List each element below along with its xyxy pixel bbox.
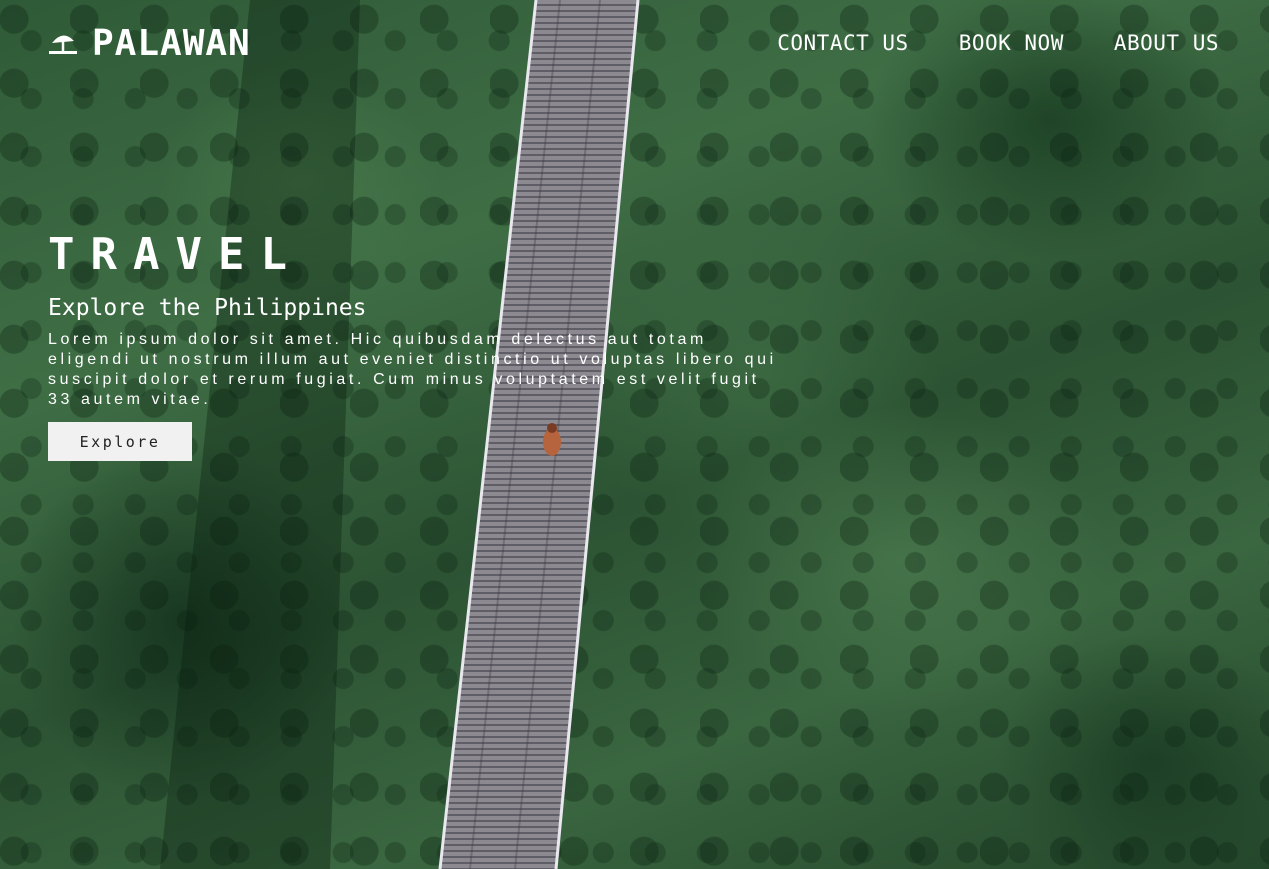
beach-umbrella-icon: [49, 35, 77, 54]
top-navigation-bar: PALAWAN CONTACT US BOOK NOW ABOUT US: [48, 24, 1219, 64]
nav-book-now[interactable]: BOOK NOW: [959, 32, 1064, 54]
brand-logo[interactable]: PALAWAN: [48, 24, 251, 64]
hero-subtitle: Explore the Philippines: [48, 295, 367, 321]
explore-button[interactable]: Explore: [48, 422, 192, 461]
main-nav: CONTACT US BOOK NOW ABOUT US: [777, 32, 1219, 54]
hero-description: Lorem ipsum dolor sit amet. Hic quibusda…: [48, 331, 777, 408]
nav-contact-us[interactable]: CONTACT US: [777, 32, 908, 54]
nav-about-us[interactable]: ABOUT US: [1114, 32, 1219, 54]
hero-section: TRAVEL Explore the Philippines Lorem ips…: [48, 230, 788, 461]
brand-name: PALAWAN: [92, 23, 251, 64]
hero-title: TRAVEL: [48, 229, 303, 280]
